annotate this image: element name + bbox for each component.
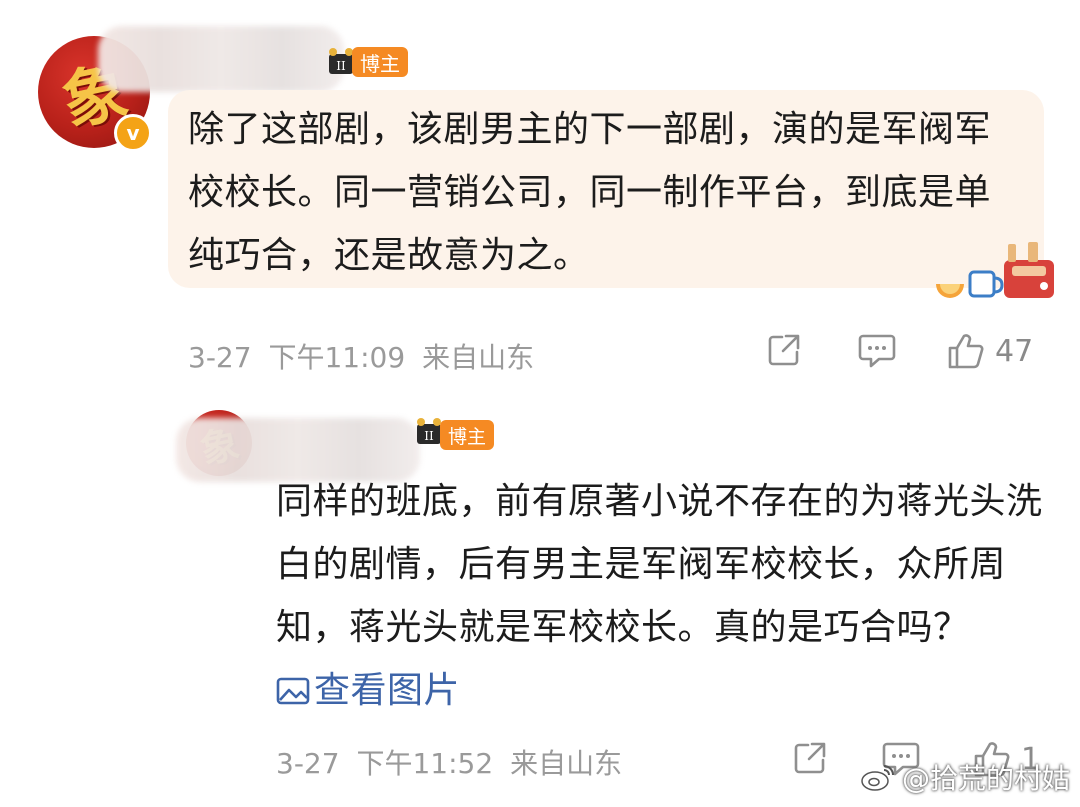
thumbs-up-icon	[948, 334, 984, 369]
share-button[interactable]	[766, 332, 802, 368]
comment-text: 同样的班底，前有原著小说不存在的为蒋光头洗白的剧情，后有男主是军阀军校校长，众所…	[276, 470, 1046, 722]
verified-badge-icon: v	[114, 114, 152, 152]
comment-location: 来自山东	[422, 341, 535, 374]
comment-location: 来自山东	[510, 747, 623, 780]
view-image-label: 查看图片	[314, 670, 461, 711]
username-blurred[interactable]	[98, 26, 344, 92]
comment-icon	[858, 334, 896, 368]
comment-button[interactable]	[857, 332, 897, 370]
share-button[interactable]	[792, 740, 828, 776]
comment-meta: 3-27 下午11:52 来自山东	[276, 742, 622, 782]
comment-text-body: 同样的班底，前有原著小说不存在的为蒋光头洗白的剧情，后有男主是军阀军校校长，众所…	[276, 481, 1043, 648]
comment-text: 除了这部剧，该剧男主的下一部剧，演的是军阀军校校长。同一营销公司，同一制作平台，…	[188, 109, 992, 276]
view-image-link[interactable]: 查看图片	[276, 670, 460, 711]
author-tag: 博主	[352, 47, 408, 77]
image-icon	[276, 677, 310, 705]
watermark-text: @拾荒的村姑	[901, 762, 1070, 795]
comment-meta: 3-27 下午11:09 来自山东	[188, 336, 534, 376]
share-icon	[794, 742, 826, 774]
svg-text:II: II	[424, 429, 434, 443]
weibo-logo-icon	[861, 765, 894, 791]
bubble-decoration-icon	[936, 242, 1054, 298]
watermark: @拾荒的村姑	[860, 757, 1070, 797]
comment-date: 3-27	[276, 747, 340, 780]
share-icon	[768, 334, 800, 366]
comment-time: 下午11:52	[356, 747, 494, 780]
author-tag: 博主	[440, 420, 494, 450]
comment-date: 3-27	[188, 341, 252, 374]
comment-time: 下午11:09	[268, 341, 406, 374]
svg-text:II: II	[336, 59, 346, 73]
like-count: 47	[995, 333, 1034, 369]
like-button[interactable]: 47	[947, 332, 1033, 370]
